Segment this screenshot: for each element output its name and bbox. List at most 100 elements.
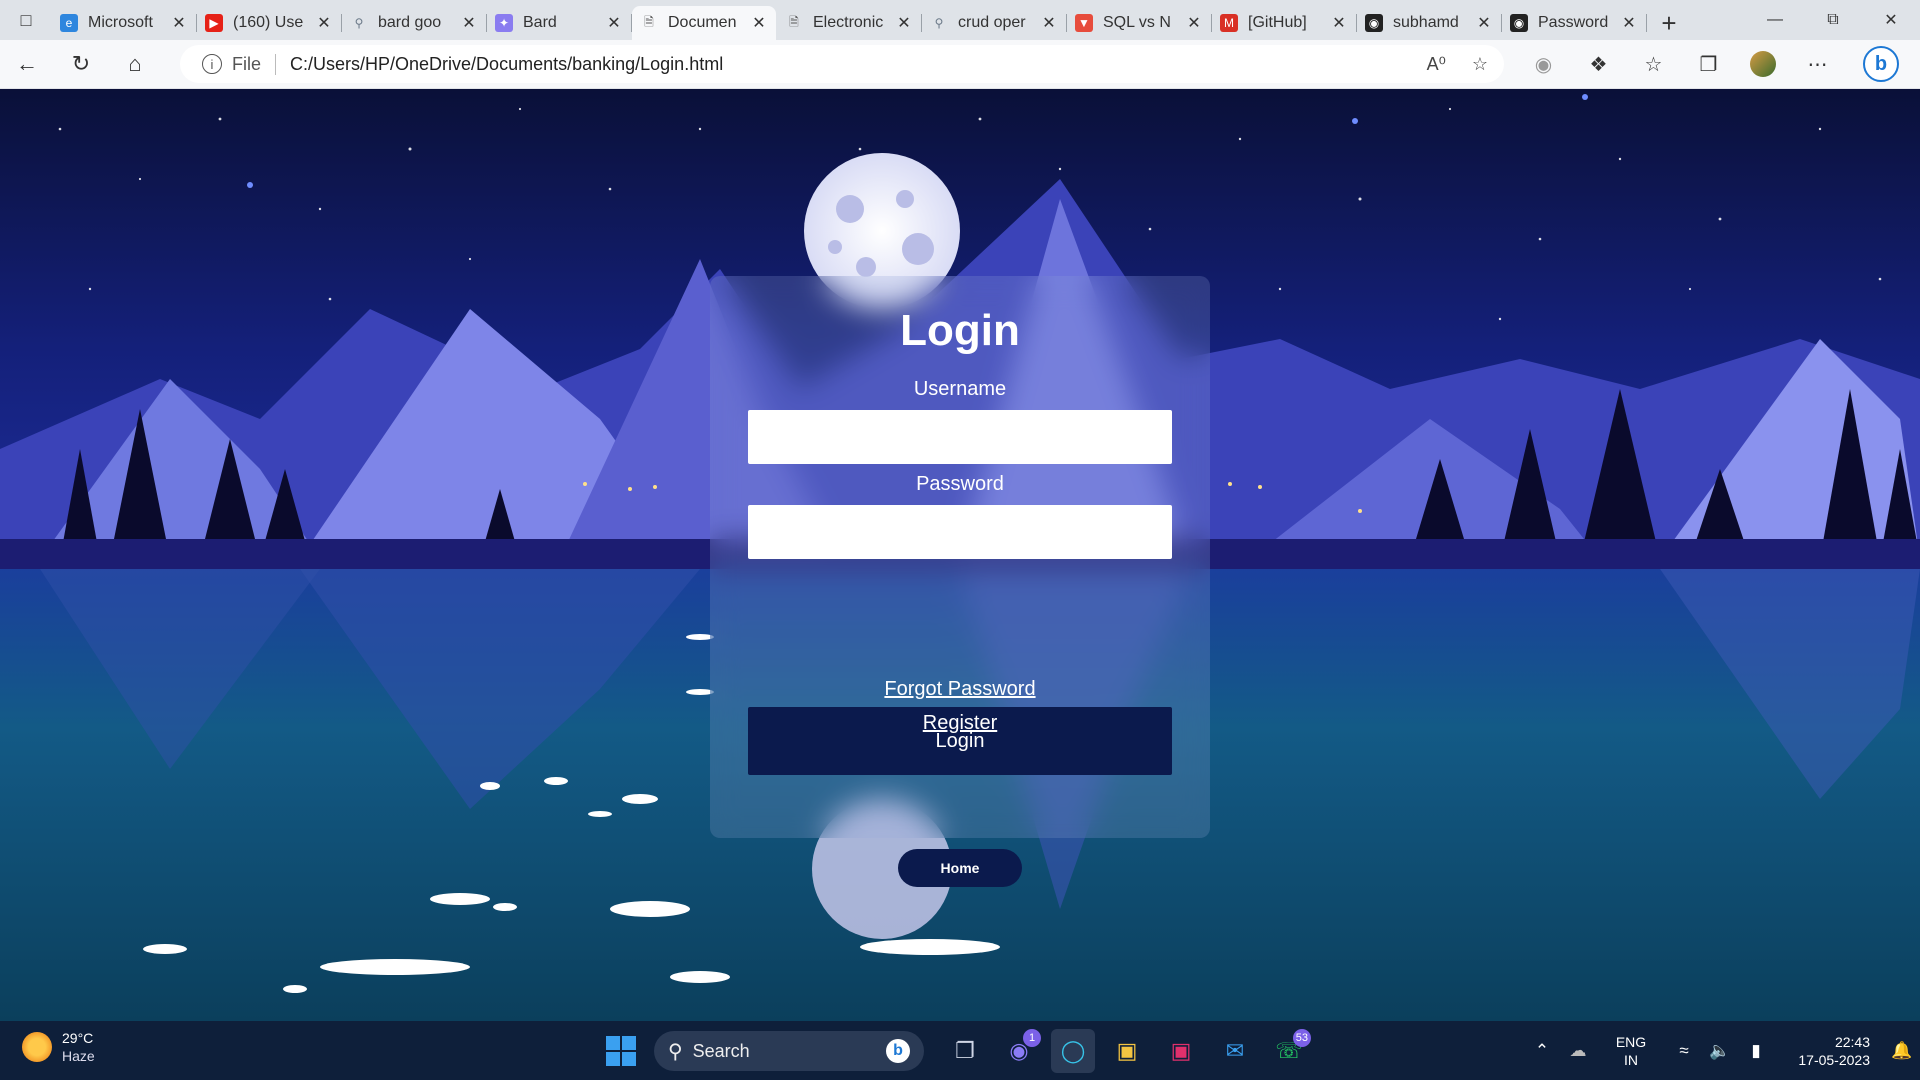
vercel-icon: ▼: [1075, 14, 1093, 32]
tab-title: [GitHub]: [1248, 14, 1307, 31]
close-window-icon[interactable]: ✕: [1862, 0, 1920, 40]
minimize-icon[interactable]: —: [1746, 0, 1804, 40]
username-label: Username: [913, 378, 1007, 400]
whatsapp-icon[interactable]: ☏ 53: [1267, 1029, 1311, 1073]
tab-close-icon[interactable]: ✕: [1330, 13, 1348, 33]
home-button[interactable]: Home: [898, 849, 1022, 887]
taskbar-search-label: Search: [692, 1040, 750, 1061]
tab-close-icon[interactable]: ✕: [170, 13, 188, 33]
onedrive-icon[interactable]: ☁: [1560, 1041, 1596, 1061]
refresh-button[interactable]: ↻: [54, 40, 108, 88]
tab-title: subhamd: [1393, 14, 1459, 31]
wifi-icon[interactable]: ≈: [1666, 1041, 1702, 1061]
tab-close-icon[interactable]: ✕: [1185, 13, 1203, 33]
username-input[interactable]: [748, 410, 1172, 464]
tab-title: SQL vs N: [1103, 14, 1171, 31]
browser-tab[interactable]: ▶ (160) Use ✕: [197, 6, 342, 40]
address-bar[interactable]: i File C:/Users/HP/OneDrive/Documents/ba…: [180, 45, 1504, 83]
tab-close-icon[interactable]: ✕: [315, 13, 333, 33]
tab-title: crud oper: [958, 14, 1026, 31]
info-icon[interactable]: i: [202, 54, 222, 74]
browser-tab[interactable]: ▼ SQL vs N ✕: [1067, 6, 1212, 40]
browser-tab[interactable]: ⚲ bard goo ✕: [342, 6, 487, 40]
forgot-password-link[interactable]: Forgot Password: [710, 678, 1210, 701]
task-view-icon[interactable]: ❐: [943, 1029, 987, 1073]
taskbar-search[interactable]: ⚲ Search b: [654, 1031, 924, 1071]
tab-close-icon[interactable]: ✕: [605, 13, 623, 33]
youtube-icon: ▶: [205, 14, 223, 32]
tab-title: Bard: [523, 14, 557, 31]
windows-taskbar: 29°C Haze ⚲ Search b ❐ ◉ 1 ◯ ▣ ▣ ✉ ☏ 53 ⌃ …: [0, 1021, 1920, 1080]
collections-icon[interactable]: ❐: [1681, 52, 1736, 77]
volume-icon[interactable]: 🔈: [1702, 1041, 1738, 1061]
more-menu-icon[interactable]: ⋯: [1790, 52, 1845, 77]
clock-date: 17-05-2023: [1798, 1051, 1870, 1068]
page-viewport: Login Username Password Login Forgot Pas…: [0, 89, 1920, 1021]
bard-icon: ✦: [495, 14, 513, 32]
browser-tab[interactable]: 🗎 Documen ✕: [632, 6, 776, 40]
toolbar-actions: ◉ ❖ ☆ ❐ ⋯ b: [1516, 40, 1899, 88]
favorites-icon[interactable]: ☆: [1626, 52, 1681, 77]
address-url[interactable]: C:/Users/HP/OneDrive/Documents/banking/L…: [290, 54, 723, 75]
lang-secondary: IN: [1624, 1051, 1638, 1068]
tab-close-icon[interactable]: ✕: [1475, 13, 1493, 33]
tab-title: (160) Use: [233, 14, 304, 31]
restore-icon[interactable]: ⧉: [1804, 0, 1862, 40]
home-icon[interactable]: ⌂: [108, 40, 162, 88]
browser-tab[interactable]: ⚲ crud oper ✕: [922, 6, 1067, 40]
browser-tab[interactable]: ✦ Bard ✕: [487, 6, 632, 40]
edge-browser-icon[interactable]: ◯: [1051, 1029, 1095, 1073]
read-aloud-icon[interactable]: A⁰: [1427, 54, 1446, 75]
register-link[interactable]: Register: [710, 712, 1210, 735]
teams-chat-icon[interactable]: ◉ 1: [997, 1029, 1041, 1073]
tab-actions-icon[interactable]: □: [0, 0, 52, 40]
tab-title: Documen: [668, 14, 737, 31]
notification-icon[interactable]: 🔔: [1884, 1041, 1920, 1061]
tab-title: bard goo: [378, 14, 442, 31]
new-tab-button[interactable]: +: [1647, 6, 1691, 40]
address-scheme: File: [232, 53, 277, 75]
browser-tab[interactable]: 🗎 Electronic ✕: [777, 6, 922, 40]
battery-icon[interactable]: ▮: [1738, 1041, 1774, 1061]
instagram-icon[interactable]: ▣: [1159, 1029, 1203, 1073]
gmail-icon: M: [1220, 14, 1238, 32]
file-explorer-icon[interactable]: ▣: [1105, 1029, 1149, 1073]
tracking-icon[interactable]: ◉: [1516, 52, 1571, 77]
bing-chat-icon[interactable]: b: [1863, 46, 1899, 82]
whatsapp-badge: 53: [1292, 1029, 1311, 1047]
window-controls: — ⧉ ✕: [1746, 0, 1920, 40]
browser-tab-strip: □ e Microsoft ✕ ▶ (160) Use ✕ ⚲ bard goo ✕ ✦ Bard ✕…: [0, 0, 1920, 40]
mail-icon[interactable]: ✉: [1213, 1029, 1257, 1073]
add-favorite-icon[interactable]: ☆: [1472, 54, 1488, 75]
start-icon[interactable]: [606, 1036, 636, 1066]
github-icon: ◉: [1365, 14, 1383, 32]
password-label: Password: [916, 473, 1004, 495]
tab-close-icon[interactable]: ✕: [895, 13, 913, 33]
tab-close-icon[interactable]: ✕: [1040, 13, 1058, 33]
password-input[interactable]: [748, 505, 1172, 559]
extensions-icon[interactable]: ❖: [1571, 52, 1626, 77]
tab-close-icon[interactable]: ✕: [1620, 13, 1638, 33]
browser-tab[interactable]: e Microsoft ✕: [52, 6, 197, 40]
lang-primary: ENG: [1615, 1033, 1647, 1050]
weather-condition: Haze: [62, 1048, 95, 1064]
browser-tab[interactable]: M [GitHub] ✕: [1212, 6, 1357, 40]
login-title: Login: [900, 306, 1020, 355]
profile-avatar[interactable]: [1750, 51, 1776, 77]
github-icon: ◉: [1510, 14, 1528, 32]
weather-temperature: 29°C: [62, 1030, 94, 1046]
bing-icon: b: [886, 1039, 910, 1063]
browser-tab[interactable]: ◉ subhamd ✕: [1357, 6, 1502, 40]
tab-close-icon[interactable]: ✕: [460, 13, 478, 33]
clock[interactable]: 22:43 17-05-2023: [1774, 1033, 1870, 1069]
browser-tab[interactable]: ◉ Password ✕: [1502, 6, 1647, 40]
tab-close-icon[interactable]: ✕: [750, 13, 768, 33]
back-button[interactable]: ←: [0, 40, 54, 88]
chevron-up-icon[interactable]: ⌃: [1524, 1041, 1560, 1061]
system-tray: ⌃ ☁ ENG IN ≈ 🔈 ▮ 22:43 17-05-2023 🔔: [1524, 1021, 1920, 1080]
language-indicator[interactable]: ENG IN: [1604, 1033, 1658, 1069]
edge-icon: e: [60, 14, 78, 32]
weather-widget[interactable]: 29°C Haze: [22, 1029, 95, 1065]
taskbar-center: ⚲ Search b ❐ ◉ 1 ◯ ▣ ▣ ✉ ☏ 53: [606, 1029, 1316, 1073]
tab-list: e Microsoft ✕ ▶ (160) Use ✕ ⚲ bard goo ✕ ✦ Bard ✕ 🗎 D…: [52, 0, 1647, 40]
